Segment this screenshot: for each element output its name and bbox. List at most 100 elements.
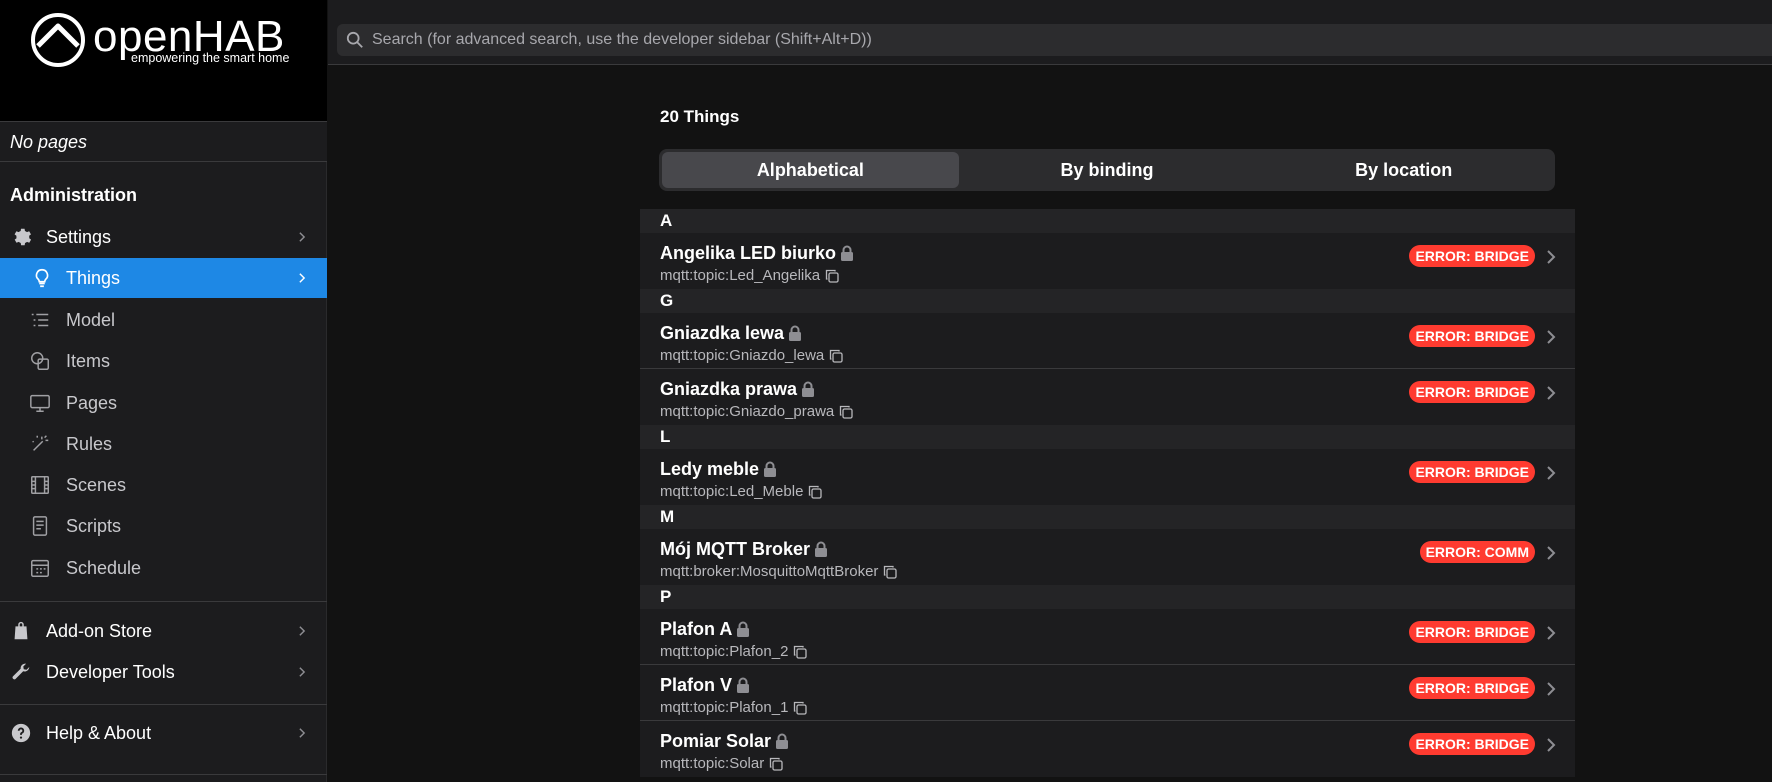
sidebar-item-label: Items [66,350,111,371]
sidebar-item-label: Scripts [66,515,122,536]
tab-alphabetical[interactable]: Alphabetical [662,152,959,188]
thing-title: Plafon V [660,675,750,696]
copy-icon[interactable] [769,757,783,771]
thing-title: Ledy meble [660,459,777,480]
thing-uid: mqtt:topic:Plafon_2 [660,643,789,660]
thing-uid: mqtt:topic:Gniazdo_prawa [660,403,835,420]
sidebar-item-items[interactable]: Items [0,341,327,381]
sidebar-item-label: Developer Tools [46,661,175,682]
sort-segmented-control: Alphabetical By binding By location [659,149,1555,191]
thing-title: Gniazdka prawa [660,379,815,400]
sidebar-item-model[interactable]: Model [0,300,327,340]
thing-list-item[interactable]: Angelika LED biurko mqtt:topic:Led_Angeli… [640,233,1575,289]
sidebar-item-label: Schedule [66,557,142,578]
chevron-right-icon [1546,330,1556,344]
logo-area[interactable]: openHAB empowering the smart home [0,0,327,121]
copy-icon[interactable] [793,645,808,659]
sidebar-item-pages[interactable]: Pages [0,383,327,423]
thing-uid: mqtt:topic:Solar [660,755,765,772]
sidebar-item-label: Pages [66,392,118,413]
group-header: P [640,585,1575,609]
copy-icon[interactable] [825,269,839,283]
status-badge: ERROR: BRIDGE [1409,621,1535,643]
status-badge: ERROR: BRIDGE [1409,325,1535,347]
lock-icon [775,733,789,750]
thing-title: Angelika LED biurko [660,243,854,264]
thing-uid: mqtt:topic:Led_Meble [660,483,804,500]
thing-uid-line: mqtt:topic:Gniazdo_lewa [660,347,843,364]
lock-icon [814,541,828,558]
tab-by-binding[interactable]: By binding [959,152,1256,188]
chevron-right-icon [299,273,306,283]
thing-uid-line: mqtt:topic:Solar [660,755,783,772]
sidebar-item-rules[interactable]: Rules [0,424,327,464]
chevron-right-icon [1546,386,1556,400]
sidebar-divider [0,704,327,705]
lightbulb-icon [31,267,53,289]
thing-uid: mqtt:topic:Led_Angelika [660,267,821,284]
status-badge: ERROR: BRIDGE [1409,381,1535,403]
search-input[interactable] [368,24,1766,56]
lock-icon [788,325,802,342]
thing-list-item[interactable]: Ledy meble mqtt:topic:Led_Meble ERROR: BRI… [640,449,1575,505]
sidebar-item-scenes[interactable]: Scenes [0,465,327,505]
lock-icon [840,245,854,262]
thing-list-item[interactable]: Plafon V mqtt:topic:Plafon_1 ERROR: BRIDGE [640,665,1575,721]
group-header: L [640,425,1575,449]
thing-title: Pomiar Solar [660,731,789,752]
thing-title: Plafon A [660,619,750,640]
copy-icon[interactable] [808,485,823,499]
thing-list-item[interactable]: Pomiar Solar mqtt:topic:Solar ERROR: BRIDG… [640,721,1575,777]
sidebar-item-label: Add-on Store [46,620,153,641]
tab-by-location[interactable]: By location [1255,152,1552,188]
thing-name: Plafon A [660,619,733,639]
chevron-right-icon [1546,546,1556,560]
document-icon [29,515,51,537]
sidebar-item-schedule[interactable]: Schedule [0,548,327,588]
chevron-right-icon [1546,682,1556,696]
chevron-right-icon [1546,250,1556,264]
thing-uid-line: mqtt:topic:Gniazdo_prawa [660,403,853,420]
chevron-right-icon [1546,738,1556,752]
thing-uid: mqtt:broker:MosquittoMqttBroker [660,563,879,580]
sidebar-item-scripts[interactable]: Scripts [0,506,327,546]
chevron-right-icon [299,232,306,242]
sidebar-item-addon-store[interactable]: Add-on Store [0,611,327,651]
things-count: 20 Things [660,107,740,126]
thing-list-item[interactable]: Gniazdka lewa mqtt:topic:Gniazdo_lewa ERRO… [640,313,1575,369]
sidebar-item-developer-tools[interactable]: Developer Tools [0,652,327,692]
group-header: A [640,209,1575,233]
wrench-icon [10,661,32,683]
thing-uid-line: mqtt:topic:Plafon_1 [660,699,808,716]
thing-list-item[interactable]: Gniazdka prawa mqtt:topic:Gniazdo_prawa ER… [640,369,1575,425]
sidebar: openHAB empowering the smart home No pag… [0,0,327,782]
list-tree-icon [29,309,51,331]
status-badge: ERROR: COMM [1419,541,1535,563]
lock-icon [801,381,815,398]
sidebar-item-help-about[interactable]: Help & About [0,713,327,753]
chevron-right-icon [299,667,306,677]
sidebar-item-label: Help & About [46,722,152,743]
question-circle-icon [10,722,32,744]
search-bar[interactable] [337,24,1772,56]
openhab-logo-icon [31,13,85,67]
search-icon [346,31,363,48]
sidebar-item-label: Settings [46,226,112,247]
thing-title: Gniazdka lewa [660,323,802,344]
sidebar-item-label: Scenes [66,474,127,495]
thing-list-item[interactable]: Mój MQTT Broker mqtt:broker:MosquittoMqtt… [640,529,1575,585]
copy-icon[interactable] [829,349,843,363]
sidebar-item-settings[interactable]: Settings [0,217,327,257]
thing-list-item[interactable]: Plafon A mqtt:topic:Plafon_2 ERROR: BRIDGE [640,609,1575,665]
things-list: A Angelika LED biurko mqtt:topic:Led_Angel… [640,209,1575,777]
sidebar-item-label: Model [66,309,116,330]
copy-icon[interactable] [839,405,853,419]
status-badge: ERROR: BRIDGE [1409,677,1535,699]
thing-name: Gniazdka lewa [660,323,785,343]
sidebar-item-things[interactable]: Things [0,258,327,298]
thing-name: Mój MQTT Broker [660,539,811,559]
thing-uid-line: mqtt:topic:Led_Angelika [660,267,839,284]
group-header: G [640,289,1575,313]
copy-icon[interactable] [883,565,898,579]
copy-icon[interactable] [793,701,808,715]
